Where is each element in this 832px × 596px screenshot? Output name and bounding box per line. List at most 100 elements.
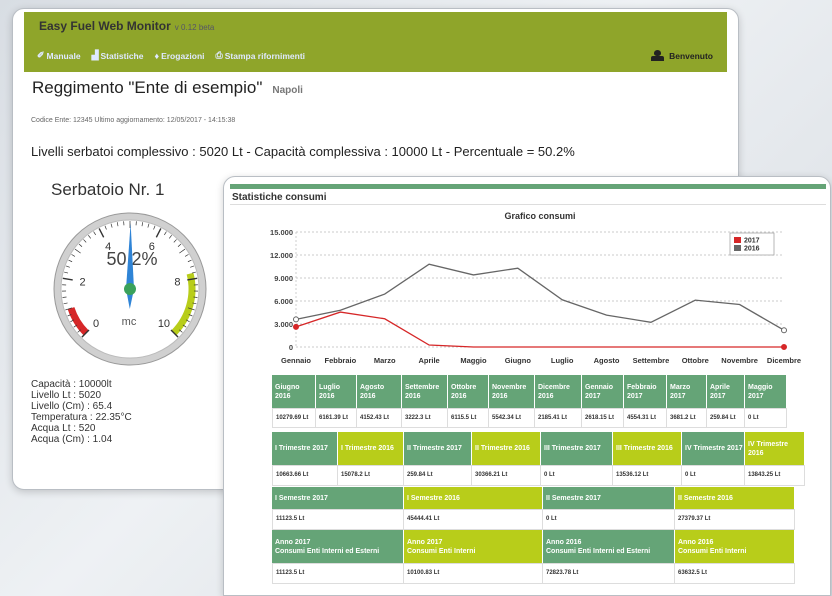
gauge-scale-label: 0 <box>93 318 99 330</box>
top-navbar: Easy Fuel Web Monitor v 0.12 beta ✐ Manual… <box>24 12 727 72</box>
chart-x-tick-label: Aprile <box>418 356 439 365</box>
semester-header-cell: I Semestre 2017 <box>272 487 404 509</box>
semester-header-cell: I Semestre 2016 <box>404 487 543 509</box>
chart-x-tick-label: Agosto <box>594 356 620 365</box>
year-header-row: Anno 2017 Consumi Enti Interni ed Estern… <box>272 530 795 563</box>
year-value-cell: 10100.83 Lt <box>404 563 543 584</box>
gauge-scale-label: 10 <box>158 318 170 330</box>
monthly-header-cell: Marzo 2017 <box>667 375 707 408</box>
monthly-value-cell: 10279.69 Lt <box>272 408 316 428</box>
monthly-value-cell: 2618.15 Lt <box>582 408 624 428</box>
quarter-value-cell: 0 Lt <box>541 465 613 486</box>
app-brand[interactable]: Easy Fuel Web Monitor v 0.12 beta <box>39 19 214 33</box>
quarter-value-cell: 13536.12 Lt <box>613 465 682 486</box>
nav-statistiche[interactable]: ▟ Statistiche <box>92 50 144 61</box>
chart-x-tick-label: Giugno <box>505 356 532 365</box>
monthly-value-cell: 0 Lt <box>745 408 787 428</box>
quarter-value-cell: 13843.25 Lt <box>745 465 805 486</box>
chart-legend-label: 2016 <box>744 246 760 253</box>
user-icon <box>651 50 665 62</box>
chart-y-tick-label: 3.000 <box>274 320 293 329</box>
chart-x-tick-label: Dicembre <box>767 356 801 365</box>
monthly-header-cell: Febbraio 2017 <box>624 375 667 408</box>
chart-series-line-2017 <box>295 311 784 348</box>
book-icon: ✐ <box>37 50 45 60</box>
divider <box>230 204 826 205</box>
quarter-header-cell: IV Trimestre 2016 <box>745 432 805 465</box>
tank-levels-summary: Livelli serbatoi complessivo : 5020 Lt -… <box>31 144 575 159</box>
user-menu[interactable]: Benvenuto <box>651 50 713 62</box>
chart-legend-swatch <box>734 237 741 243</box>
quarter-header-cell: II Trimestre 2016 <box>472 432 541 465</box>
monthly-value-cell: 4554.31 Lt <box>624 408 667 428</box>
year-value-cell: 63632.5 Lt <box>675 563 795 584</box>
monthly-value-cell: 4152.43 Lt <box>357 408 402 428</box>
chart-point <box>293 323 299 330</box>
monthly-header-cell: Giugno 2016 <box>272 375 316 408</box>
nav-label: Manuale <box>46 50 81 61</box>
chart-x-tick-label: Febbraio <box>325 356 357 365</box>
monthly-value-cell: 5542.34 Lt <box>489 408 535 428</box>
quarter-value-row: 10663.66 Lt 15078.2 Lt 259.84 Lt 30366.21 L… <box>272 465 805 486</box>
monthly-value-cell: 2185.41 Lt <box>535 408 582 428</box>
semester-header-row: I Semestre 2017 I Semestre 2016 II Semestr… <box>272 487 795 509</box>
chart-x-tick-label: Marzo <box>374 356 396 365</box>
chart-legend-label: 2017 <box>744 238 760 245</box>
nav-label: Statistiche <box>100 50 144 61</box>
nav-stampa-rifornimenti[interactable]: ⎙ Stampa rifornimenti <box>216 50 306 61</box>
chart-y-tick-label: 15.000 <box>270 228 293 237</box>
chart-y-tick-label: 0 <box>289 343 293 352</box>
gauge-scale-label: 8 <box>174 276 180 288</box>
chart-x-tick-label: Luglio <box>551 356 574 365</box>
tank-water-lt: Acqua Lt : 520 <box>31 422 96 434</box>
chart-point <box>781 344 787 350</box>
stats-accent-bar <box>230 184 826 189</box>
gauge-tick <box>62 296 67 298</box>
app-version: v 0.12 beta <box>174 23 215 32</box>
nav-menu: ✐ Manuale ▟ Statistiche ♦ Erogazioni ⎙ Stamp… <box>37 50 305 61</box>
bar-chart-icon: ▟ <box>91 50 99 60</box>
quarter-header-cell: I Trimestre 2016 <box>338 432 404 465</box>
monthly-value-cell: 3681.2 Lt <box>667 408 707 428</box>
chart-series-line-2016 <box>295 263 785 331</box>
year-value-row: 11123.5 Lt 10100.83 Lt 72823.78 Lt 63632.5 … <box>272 563 795 584</box>
quarter-header-cell: III Trimestre 2017 <box>541 432 613 465</box>
monthly-value-cell: 259.84 Lt <box>707 408 745 428</box>
semester-header-cell: II Semestre 2017 <box>543 487 675 509</box>
page-title: Reggimento "Ente di esempio" Napoli <box>32 78 303 98</box>
chart-x-tick-label: Novembre <box>721 356 758 365</box>
monthly-header-row: Giugno 2016 Luglio 2016 Agosto 2016 Settemb… <box>272 375 787 408</box>
chart-y-tick-label: 12.000 <box>270 251 293 260</box>
chart-x-tick-label: Gennaio <box>281 356 311 365</box>
monthly-header-cell: Luglio 2016 <box>316 375 357 408</box>
monthly-value-cell: 6115.5 Lt <box>448 408 489 428</box>
monthly-value-cell: 6161.39 Lt <box>316 408 357 428</box>
monthly-value-cell: 3222.3 Lt <box>402 408 448 428</box>
welcome-label: Benvenuto <box>669 51 713 61</box>
nav-label: Stampa rifornimenti <box>224 50 306 61</box>
nav-manuale[interactable]: ✐ Manuale <box>37 50 81 61</box>
year-header-cell: Anno 2016 Consumi Enti Interni <box>675 530 795 563</box>
monthly-header-cell: Ottobre 2016 <box>448 375 489 408</box>
quarter-header-row: I Trimestre 2017 I Trimestre 2016 II Trime… <box>272 432 805 465</box>
chart-point <box>293 316 299 323</box>
nav-erogazioni[interactable]: ♦ Erogazioni <box>154 50 204 61</box>
nav-label: Erogazioni <box>161 50 205 61</box>
gauge-unit: mc <box>122 316 137 328</box>
year-header-cell: Anno 2017 Consumi Enti Interni <box>404 530 543 563</box>
chart-title: Grafico consumi <box>504 211 575 221</box>
year-value-cell: 11123.5 Lt <box>272 563 404 584</box>
quarter-value-cell: 15078.2 Lt <box>338 465 404 486</box>
chart-x-tick-label: Settembre <box>633 356 670 365</box>
monthly-value-row: 10279.69 Lt 6161.39 Lt 4152.43 Lt 3222.3 Lt… <box>272 408 787 428</box>
monthly-header-cell: Dicembre 2016 <box>535 375 582 408</box>
gauge-tick <box>193 296 198 298</box>
year-header-cell: Anno 2017 Consumi Enti Interni ed Estern… <box>272 530 404 563</box>
ente-city: Napoli <box>272 85 303 96</box>
chart-x-tick-label: Ottobre <box>682 356 709 365</box>
quarter-header-cell: IV Trimestre 2017 <box>682 432 745 465</box>
quarter-value-cell: 30366.21 Lt <box>472 465 541 486</box>
monthly-header-cell: Gennaio 2017 <box>582 375 624 408</box>
quarter-value-cell: 259.84 Lt <box>404 465 472 486</box>
app-name: Easy Fuel Web Monitor <box>39 19 171 33</box>
